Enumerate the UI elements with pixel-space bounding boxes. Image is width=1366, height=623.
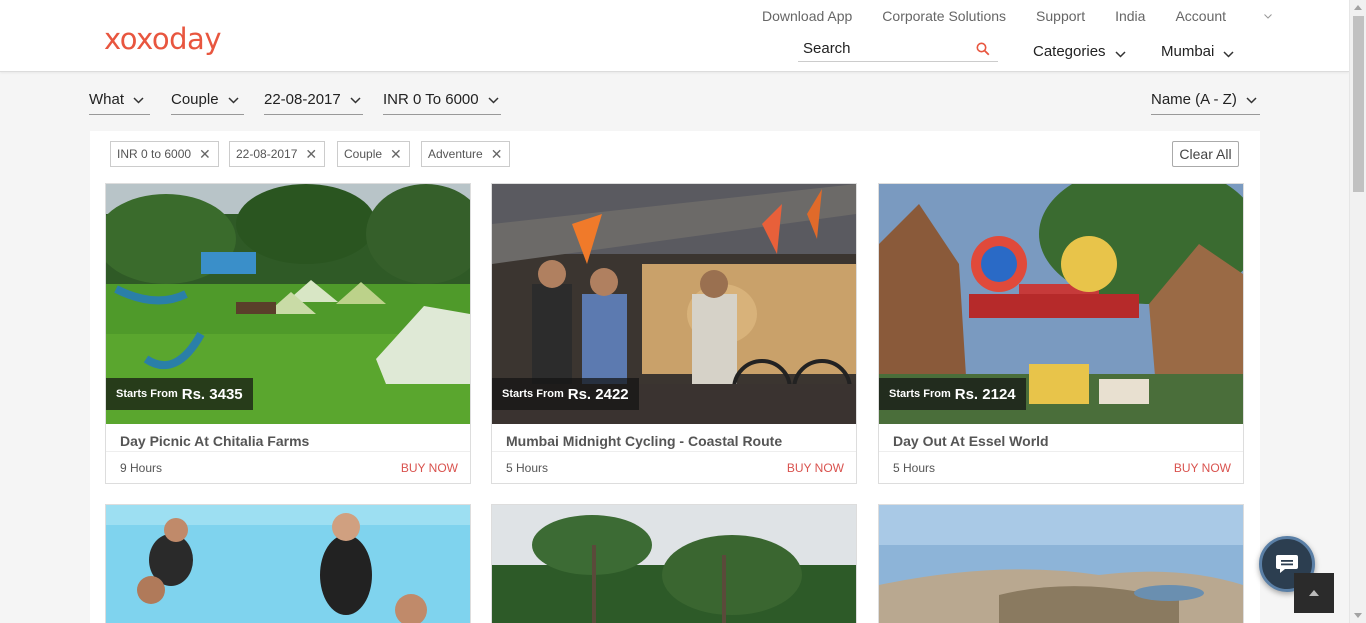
country-link[interactable]: India bbox=[1115, 8, 1145, 24]
activity-card[interactable]: Starts From Rs. 2422 Mumbai Midnight Cyc… bbox=[491, 183, 857, 484]
activity-image[interactable] bbox=[879, 505, 1243, 623]
account-menu[interactable]: Account bbox=[1175, 8, 1272, 24]
chevron-down-icon bbox=[1223, 51, 1234, 58]
activity-card[interactable] bbox=[878, 504, 1244, 623]
top-links: Download App Corporate Solutions Support… bbox=[762, 8, 1302, 24]
what-filter-label: What bbox=[89, 91, 125, 108]
duration: 5 Hours bbox=[893, 460, 936, 475]
date-filter-label: 22-08-2017 bbox=[264, 91, 341, 108]
activity-card[interactable]: Starts From Rs. 3435 Day Picnic At Chita… bbox=[105, 183, 471, 484]
price-tag: Starts From Rs. 2124 bbox=[879, 378, 1026, 410]
site-header: xoxoday Download App Corporate Solutions… bbox=[0, 0, 1349, 72]
categories-label: Categories bbox=[1033, 43, 1106, 60]
group-filter-label: Couple bbox=[171, 91, 219, 108]
chip-label: INR 0 to 6000 bbox=[117, 147, 192, 161]
price-value: Rs. 2422 bbox=[567, 385, 629, 403]
buy-now-button[interactable]: BUY NOW bbox=[1174, 461, 1231, 475]
price-tag: Starts From Rs. 2422 bbox=[492, 378, 639, 410]
chevron-down-icon bbox=[1264, 13, 1272, 19]
xoxoday-logo[interactable]: xoxoday bbox=[104, 22, 221, 56]
chevron-down-icon bbox=[228, 97, 239, 104]
categories-dropdown[interactable]: Categories bbox=[1033, 43, 1126, 60]
search-input[interactable]: Search bbox=[798, 36, 998, 62]
activity-meta: 5 Hours BUY NOW bbox=[879, 452, 1243, 483]
close-icon[interactable]: ✕ bbox=[305, 147, 317, 161]
results-panel: INR 0 to 6000 ✕ 22-08-2017 ✕ Couple ✕ Adven… bbox=[90, 131, 1260, 623]
activity-card[interactable]: Starts From Rs. 2124 Day Out At Essel Wo… bbox=[878, 183, 1244, 484]
activity-card[interactable] bbox=[491, 504, 857, 623]
budget-filter-label: INR 0 To 6000 bbox=[383, 91, 479, 108]
activity-image[interactable] bbox=[106, 505, 470, 623]
clear-all-button[interactable]: Clear All bbox=[1172, 141, 1239, 167]
close-icon[interactable]: ✕ bbox=[491, 147, 503, 161]
chevron-down-icon bbox=[1115, 51, 1126, 58]
price-value: Rs. 3435 bbox=[181, 385, 243, 403]
close-icon[interactable]: ✕ bbox=[390, 147, 402, 161]
city-dropdown[interactable]: Mumbai bbox=[1161, 43, 1234, 60]
duration: 5 Hours bbox=[506, 460, 549, 475]
account-label: Account bbox=[1175, 8, 1227, 24]
arrow-up-icon bbox=[1309, 590, 1319, 596]
chip-label: Adventure bbox=[428, 147, 483, 161]
active-filter-chip[interactable]: Couple ✕ bbox=[337, 141, 410, 167]
buy-now-button[interactable]: BUY NOW bbox=[401, 461, 458, 475]
search-icon[interactable] bbox=[976, 42, 990, 56]
starts-from-label: Starts From bbox=[889, 388, 951, 400]
activity-title[interactable]: Mumbai Midnight Cycling - Coastal Route bbox=[492, 424, 856, 452]
scroll-up-arrow[interactable] bbox=[1354, 5, 1362, 10]
sort-dropdown[interactable]: Name (A - Z) bbox=[1151, 88, 1260, 115]
chevron-down-icon bbox=[1246, 97, 1257, 104]
buy-now-button[interactable]: BUY NOW bbox=[787, 461, 844, 475]
activity-meta: 5 Hours BUY NOW bbox=[492, 452, 856, 483]
chevron-down-icon bbox=[488, 97, 499, 104]
price-tag: Starts From Rs. 3435 bbox=[106, 378, 253, 410]
activity-title[interactable]: Day Picnic At Chitalia Farms bbox=[106, 424, 470, 452]
chevron-down-icon bbox=[350, 97, 361, 104]
activity-image[interactable]: Starts From Rs. 3435 bbox=[106, 184, 470, 424]
search-label: Search bbox=[803, 40, 851, 57]
budget-filter[interactable]: INR 0 To 6000 bbox=[383, 88, 501, 115]
activity-image[interactable]: Starts From Rs. 2422 bbox=[492, 184, 856, 424]
activity-image[interactable] bbox=[492, 505, 856, 623]
chip-label: 22-08-2017 bbox=[236, 147, 298, 161]
chip-label: Couple bbox=[344, 147, 383, 161]
sort-label: Name (A - Z) bbox=[1151, 91, 1237, 108]
scroll-down-arrow[interactable] bbox=[1354, 613, 1362, 618]
duration: 9 Hours bbox=[120, 460, 163, 475]
scroll-thumb[interactable] bbox=[1353, 16, 1364, 192]
city-label: Mumbai bbox=[1161, 43, 1215, 60]
group-filter[interactable]: Couple bbox=[171, 88, 244, 115]
corporate-solutions-link[interactable]: Corporate Solutions bbox=[882, 8, 1006, 24]
starts-from-label: Starts From bbox=[116, 388, 178, 400]
support-link[interactable]: Support bbox=[1036, 8, 1085, 24]
what-filter[interactable]: What bbox=[89, 88, 150, 115]
download-app-link[interactable]: Download App bbox=[762, 8, 852, 24]
close-icon[interactable]: ✕ bbox=[199, 147, 211, 161]
activity-meta: 9 Hours BUY NOW bbox=[106, 452, 470, 483]
chat-icon bbox=[1276, 555, 1298, 573]
page-scrollbar[interactable] bbox=[1349, 0, 1366, 623]
active-filter-chip[interactable]: 22-08-2017 ✕ bbox=[229, 141, 326, 167]
chevron-down-icon bbox=[133, 97, 144, 104]
activity-image[interactable]: Starts From Rs. 2124 bbox=[879, 184, 1243, 424]
active-filter-chip[interactable]: Adventure ✕ bbox=[421, 141, 511, 167]
filter-bar: What Couple 22-08-2017 INR 0 To 6000 Nam… bbox=[0, 88, 1349, 118]
back-to-top-button[interactable] bbox=[1294, 573, 1334, 613]
date-filter[interactable]: 22-08-2017 bbox=[264, 88, 363, 115]
starts-from-label: Starts From bbox=[502, 388, 564, 400]
activity-title[interactable]: Day Out At Essel World bbox=[879, 424, 1243, 452]
active-filter-chip[interactable]: INR 0 to 6000 ✕ bbox=[110, 141, 219, 167]
activity-card[interactable] bbox=[105, 504, 471, 623]
price-value: Rs. 2124 bbox=[954, 385, 1016, 403]
